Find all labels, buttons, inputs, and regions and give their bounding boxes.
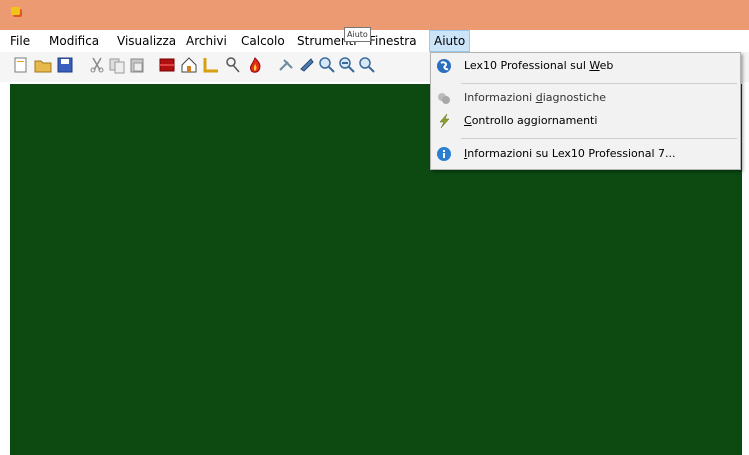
lightning-icon [439, 113, 450, 129]
fire-icon[interactable] [246, 56, 264, 74]
menu-file[interactable]: File [6, 30, 34, 52]
title-bar [0, 0, 749, 30]
globe-icon [437, 59, 451, 73]
cut-icon[interactable] [88, 56, 106, 74]
menu-item-label: Lex10 Professional sul Web [464, 59, 614, 72]
zoom-out-icon[interactable] [338, 56, 356, 74]
menu-item-label: Informazioni su Lex10 Professional 7... [464, 147, 676, 160]
menu-separator [461, 83, 737, 84]
menu-aiuto[interactable]: Aiuto [429, 30, 471, 52]
open-folder-icon[interactable] [34, 56, 52, 74]
app-icon[interactable] [11, 7, 20, 15]
menu-bar: File Modifica Visualizza Archivi Calcolo… [0, 30, 749, 52]
info-icon [437, 147, 451, 161]
key-icon[interactable] [224, 56, 242, 74]
new-document-icon[interactable] [12, 56, 30, 74]
menu-item-check-updates[interactable]: Controllo aggiornamenti [431, 110, 740, 132]
menu-item-label: Informazioni diagnostiche [464, 91, 607, 104]
archive-icon[interactable] [158, 56, 176, 74]
house-icon[interactable] [180, 56, 198, 74]
zoom-icon[interactable] [318, 56, 336, 74]
menu-item-about[interactable]: Informazioni su Lex10 Professional 7... [431, 143, 740, 165]
tool-icon[interactable] [278, 56, 296, 74]
help-menu-dropdown: Lex10 Professional sul Web Informazioni … [430, 52, 741, 170]
menu-item-diagnostics[interactable]: Informazioni diagnostiche [431, 87, 740, 109]
menu-visualizza[interactable]: Visualizza [113, 30, 180, 52]
zoom-in-icon[interactable] [298, 56, 316, 74]
ruler-icon[interactable] [202, 56, 220, 74]
menu-archivi[interactable]: Archivi [182, 30, 231, 52]
menu-separator [461, 138, 737, 139]
diagnostics-icon [438, 93, 450, 104]
paste-icon[interactable] [128, 56, 146, 74]
menu-finestra[interactable]: Finestra [365, 30, 421, 52]
menu-modifica[interactable]: Modifica [45, 30, 103, 52]
save-icon[interactable] [56, 56, 74, 74]
menu-item-lex10-web[interactable]: Lex10 Professional sul Web [431, 55, 740, 77]
tooltip: Aiuto [344, 27, 371, 42]
menu-calcolo[interactable]: Calcolo [237, 30, 289, 52]
copy-icon[interactable] [108, 56, 126, 74]
zoom-fit-icon[interactable] [358, 56, 376, 74]
menu-item-label: Controllo aggiornamenti [464, 114, 598, 127]
